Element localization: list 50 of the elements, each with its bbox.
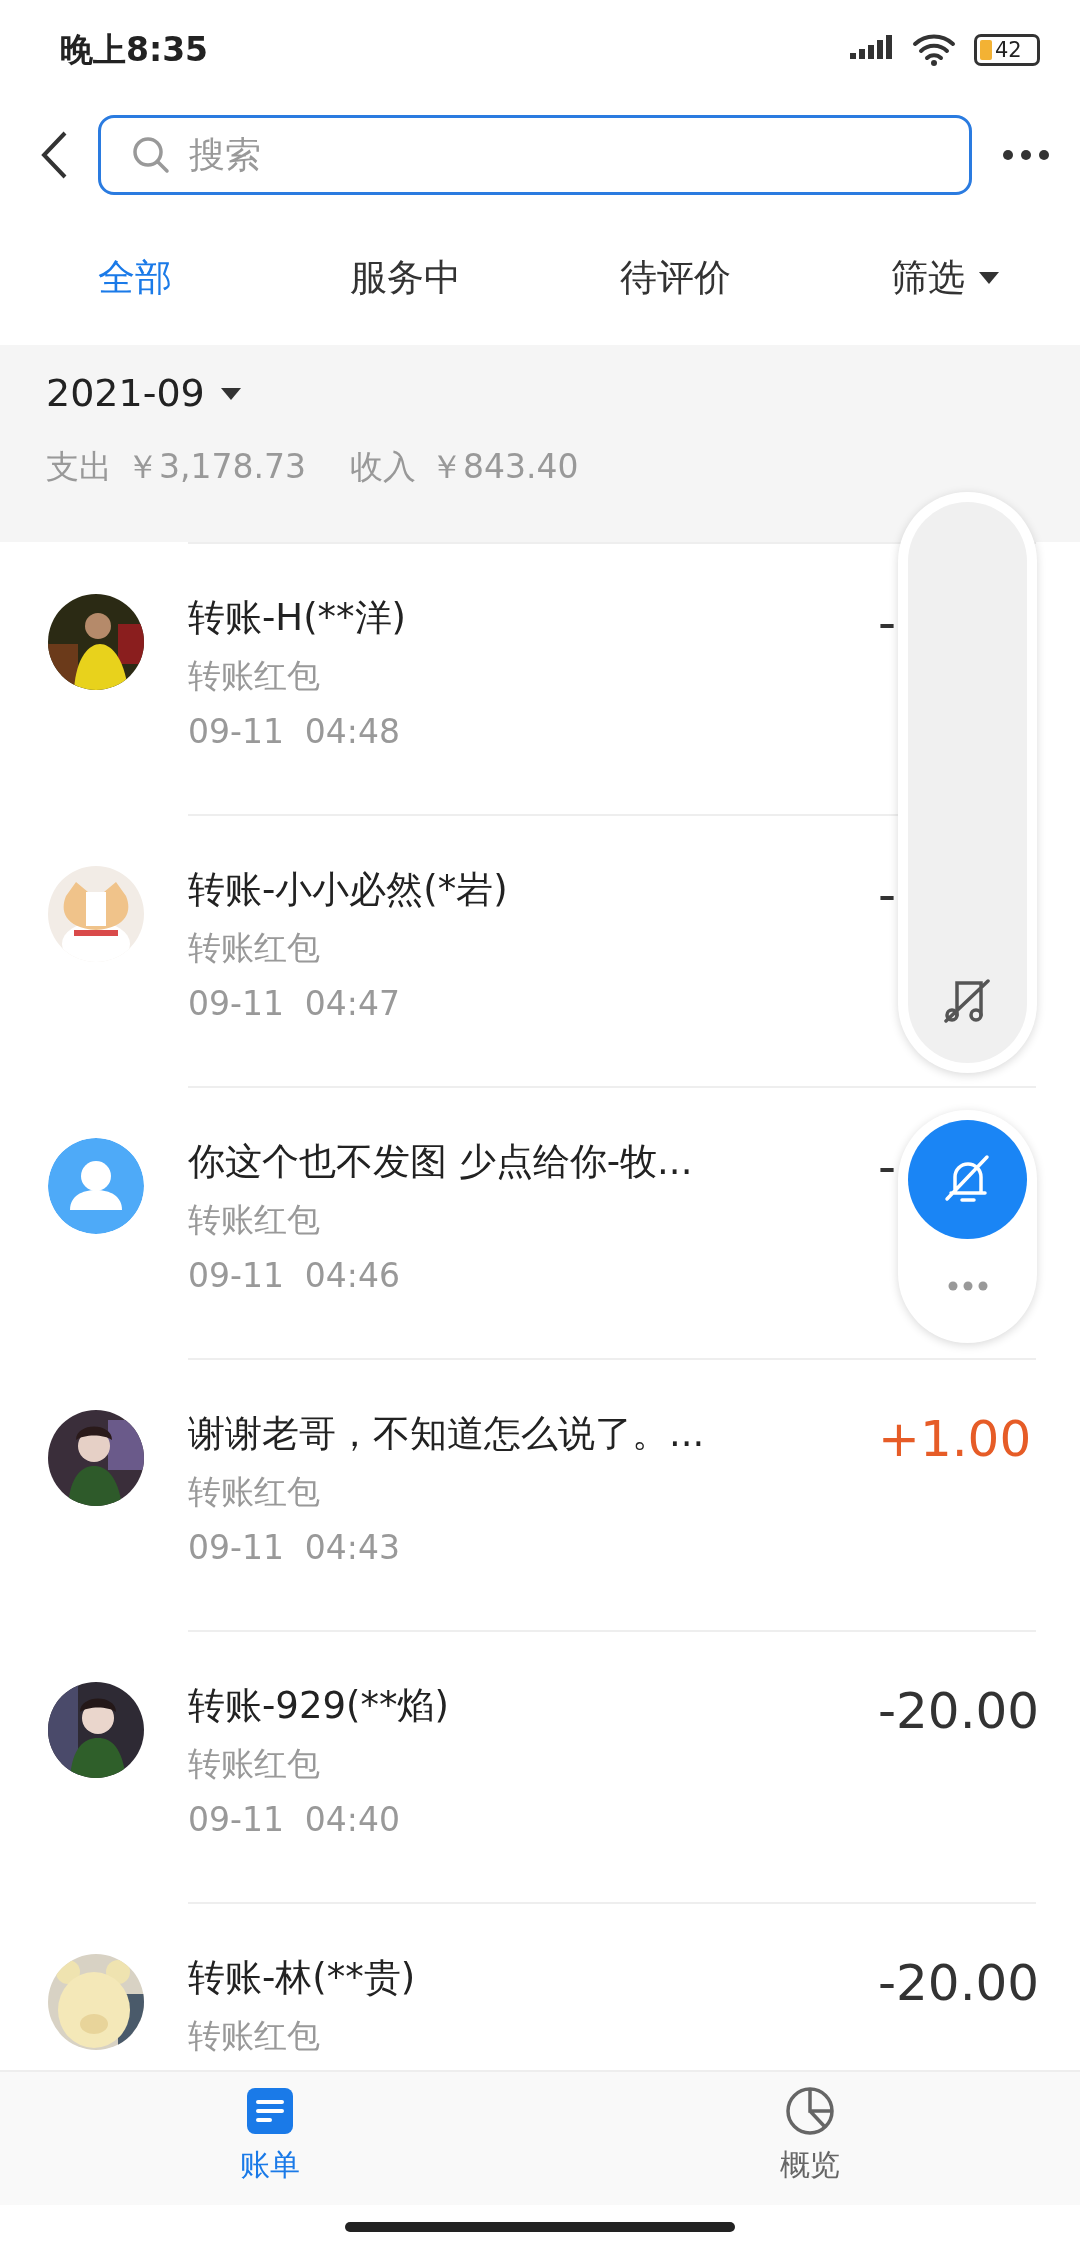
record-amount: - [878,866,897,924]
home-indicator[interactable] [345,2221,735,2232]
pie-chart-icon [785,2086,835,2136]
record-amount: -20.00 [878,1954,1040,2012]
record-time: 09-11 04:46 [188,1256,401,1296]
status-time: 晚上8:35 [60,29,209,72]
record-subtitle: 转账红包 [188,2016,321,2056]
record-time: 09-11 04:47 [188,984,401,1024]
expense-label: 支出 [46,446,112,488]
bottom-tab[interactable]: 账单 [0,2072,540,2205]
income-label: 收入 [349,446,416,488]
record-amount: - [878,1138,897,1196]
bottom-tab[interactable]: 概览 [540,2072,1080,2205]
search-field[interactable]: 搜索 [187,127,939,183]
record-title: 转账-H(**洋) [188,596,408,641]
music-off-icon[interactable] [943,979,992,1023]
record-amount: +1.00 [878,1410,1032,1468]
more-icon[interactable] [1002,149,1050,161]
record-title: 你这个也不发图 少点给你-牧... [188,1140,694,1185]
caret-icon [979,271,999,284]
record-time: 09-11 04:43 [188,1528,401,1568]
filter-button[interactable]: 筛选 [810,249,1080,306]
tab[interactable]: 待评价 [540,249,810,306]
list-icon [245,2086,295,2136]
wifi-icon [912,33,956,67]
record-amount: - [878,594,897,652]
record-time: 09-11 04:40 [188,1800,401,1840]
expense-total: ￥3,178.73 [126,446,306,488]
record-amount: -20.00 [878,1682,1040,1740]
search-icon [131,135,171,175]
month-label: 2021-09 [46,370,205,417]
caret-icon[interactable] [220,387,241,400]
record-title: 转账-小小必然(*岩) [188,868,509,913]
search-box[interactable]: 搜索 [98,115,972,195]
tab[interactable]: 服务中 [270,249,540,306]
record-subtitle: 转账红包 [188,1744,321,1784]
record-subtitle: 转账红包 [188,1472,321,1512]
back-icon[interactable] [40,130,68,180]
avatar-icon [48,1138,144,1234]
record-title: 谢谢老哥，不知道怎么说了。... [188,1412,706,1457]
record-subtitle: 转账红包 [188,656,321,696]
record-subtitle: 转账红包 [188,928,321,968]
record-subtitle: 转账红包 [188,1200,321,1240]
record-title: 转账-林(**贵) [188,1956,417,2001]
record-time: 09-11 04:48 [188,712,401,752]
battery-level: 42 [995,39,1022,61]
income-total: ￥843.40 [429,446,579,488]
tab[interactable]: 全部 [0,249,270,306]
record-title: 转账-929(**焰) [188,1684,450,1729]
battery-fill [980,40,992,60]
